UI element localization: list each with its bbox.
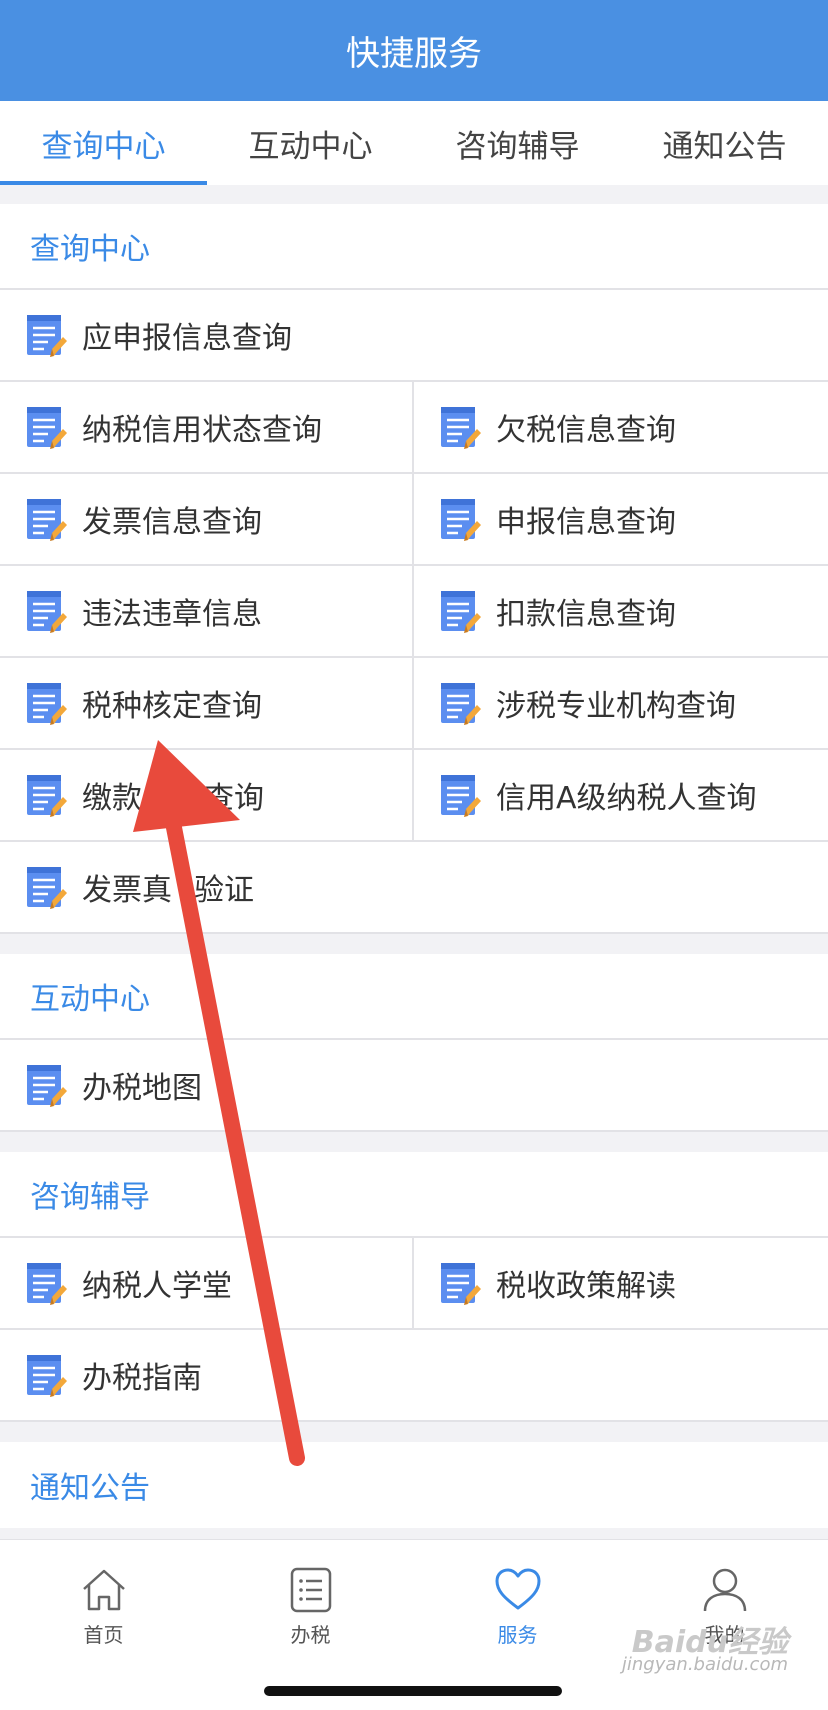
nav-service[interactable]: 服务 xyxy=(414,1552,621,1660)
service-item[interactable]: 欠税信息查询 xyxy=(414,382,828,474)
service-item-label: 纳税人学堂 xyxy=(82,1269,232,1304)
service-item-label: 扣款信息查询 xyxy=(496,597,676,632)
service-item-label: 办税指南 xyxy=(82,1361,202,1396)
home-indicator xyxy=(264,1686,562,1696)
document-pencil-icon xyxy=(26,496,68,542)
service-item[interactable]: 涉税专业机构查询 xyxy=(414,658,828,750)
service-item[interactable]: 发票信息查询 xyxy=(0,474,414,566)
document-pencil-icon xyxy=(26,864,68,910)
service-item[interactable]: 发票真 验证 xyxy=(0,842,828,934)
document-pencil-icon xyxy=(26,404,68,450)
document-pencil-icon xyxy=(440,680,482,726)
watermark-url: jingyan.baidu.com xyxy=(621,1654,788,1675)
home-icon xyxy=(82,1569,125,1610)
section-consult: 咨询辅导 纳税人学堂 税收政策解读 办税指南 xyxy=(0,1152,828,1422)
content-area: 查询中心 应申报信息查询 纳税信用状态查询 欠税信息查询 发票信息查询 申报信息… xyxy=(0,204,828,1528)
tab-notice[interactable]: 通知公告 xyxy=(621,101,828,185)
nav-label: 办税 xyxy=(290,1622,331,1647)
nav-tax[interactable]: 办税 xyxy=(207,1552,414,1660)
service-item[interactable]: 纳税人学堂 xyxy=(0,1238,414,1330)
document-pencil-icon xyxy=(440,588,482,634)
service-item-label: 涉税专业机构查询 xyxy=(496,689,736,724)
user-icon xyxy=(703,1568,746,1611)
watermark: Baidu经验 jingyan.baidu.com xyxy=(621,1625,788,1676)
service-item-label: 税收政策解读 xyxy=(496,1269,676,1304)
service-item-label: 验证 xyxy=(194,873,254,908)
nav-home[interactable]: 首页 xyxy=(0,1552,207,1660)
service-item-label: 发票真 xyxy=(82,873,172,908)
service-item-label: 办税地图 xyxy=(82,1071,202,1106)
section-title: 通知公告 xyxy=(30,1471,150,1506)
service-item-label: 应申报信息查询 xyxy=(82,321,292,356)
service-item[interactable]: 违法违章信息 xyxy=(0,566,414,658)
service-item-label: 信用A级纳税人查询 xyxy=(496,781,757,816)
service-item[interactable]: 缴款 查询 xyxy=(0,750,414,842)
section-interact: 互动中心 办税地图 xyxy=(0,954,828,1132)
service-item[interactable]: 纳税信用状态查询 xyxy=(0,382,414,474)
service-item-label: 申报信息查询 xyxy=(496,505,676,540)
service-item[interactable]: 扣款信息查询 xyxy=(414,566,828,658)
list-icon xyxy=(290,1567,331,1612)
service-item[interactable]: 信用A级纳税人查询 xyxy=(414,750,828,842)
interact-grid: 办税地图 xyxy=(0,1040,828,1132)
tab-query[interactable]: 查询中心 xyxy=(0,101,207,185)
document-pencil-icon xyxy=(26,1062,68,1108)
tab-interact[interactable]: 互动中心 xyxy=(207,101,414,185)
page-title: 快捷服务 xyxy=(346,34,482,74)
service-item-label: 发票信息查询 xyxy=(82,505,262,540)
service-item-label: 税种核定查询 xyxy=(82,689,262,724)
service-item-label: 查询 xyxy=(204,781,264,816)
service-item-label: 纳税信用状态查询 xyxy=(82,413,322,448)
service-item[interactable]: 应申报信息查询 xyxy=(0,290,828,382)
service-item[interactable]: 税收政策解读 xyxy=(414,1238,828,1330)
heart-icon xyxy=(495,1568,540,1609)
query-grid: 应申报信息查询 纳税信用状态查询 欠税信息查询 发票信息查询 申报信息查询 违法… xyxy=(0,290,828,934)
section-query: 查询中心 应申报信息查询 纳税信用状态查询 欠税信息查询 发票信息查询 申报信息… xyxy=(0,204,828,934)
document-pencil-icon xyxy=(440,496,482,542)
service-item[interactable]: 申报信息查询 xyxy=(414,474,828,566)
document-pencil-icon xyxy=(26,312,68,358)
watermark-brand: Baidu经验 xyxy=(631,1625,788,1660)
nav-label: 服务 xyxy=(497,1622,538,1647)
tab-bar: 查询中心 互动中心 咨询辅导 通知公告 xyxy=(0,101,828,185)
document-pencil-icon xyxy=(26,772,68,818)
section-notice: 通知公告 xyxy=(0,1442,828,1528)
header-bar: 快捷服务 xyxy=(0,0,828,101)
consult-grid: 纳税人学堂 税收政策解读 办税指南 xyxy=(0,1238,828,1422)
service-item-label: 欠税信息查询 xyxy=(496,413,676,448)
document-pencil-icon xyxy=(26,1352,68,1398)
service-item[interactable]: 税种核定查询 xyxy=(0,658,414,750)
service-item-label: 违法违章信息 xyxy=(82,597,262,632)
document-pencil-icon xyxy=(440,404,482,450)
section-title: 咨询辅导 xyxy=(0,1152,828,1238)
document-pencil-icon xyxy=(26,1260,68,1306)
service-item-label: 缴款 xyxy=(82,781,142,816)
section-title: 查询中心 xyxy=(0,204,828,290)
document-pencil-icon xyxy=(440,1260,482,1306)
document-pencil-icon xyxy=(26,588,68,634)
nav-label: 首页 xyxy=(83,1622,124,1647)
document-pencil-icon xyxy=(440,772,482,818)
service-item[interactable]: 办税地图 xyxy=(0,1040,828,1132)
service-item[interactable]: 办税指南 xyxy=(0,1330,828,1422)
section-title: 互动中心 xyxy=(0,954,828,1040)
tab-consult[interactable]: 咨询辅导 xyxy=(414,101,621,185)
document-pencil-icon xyxy=(26,680,68,726)
